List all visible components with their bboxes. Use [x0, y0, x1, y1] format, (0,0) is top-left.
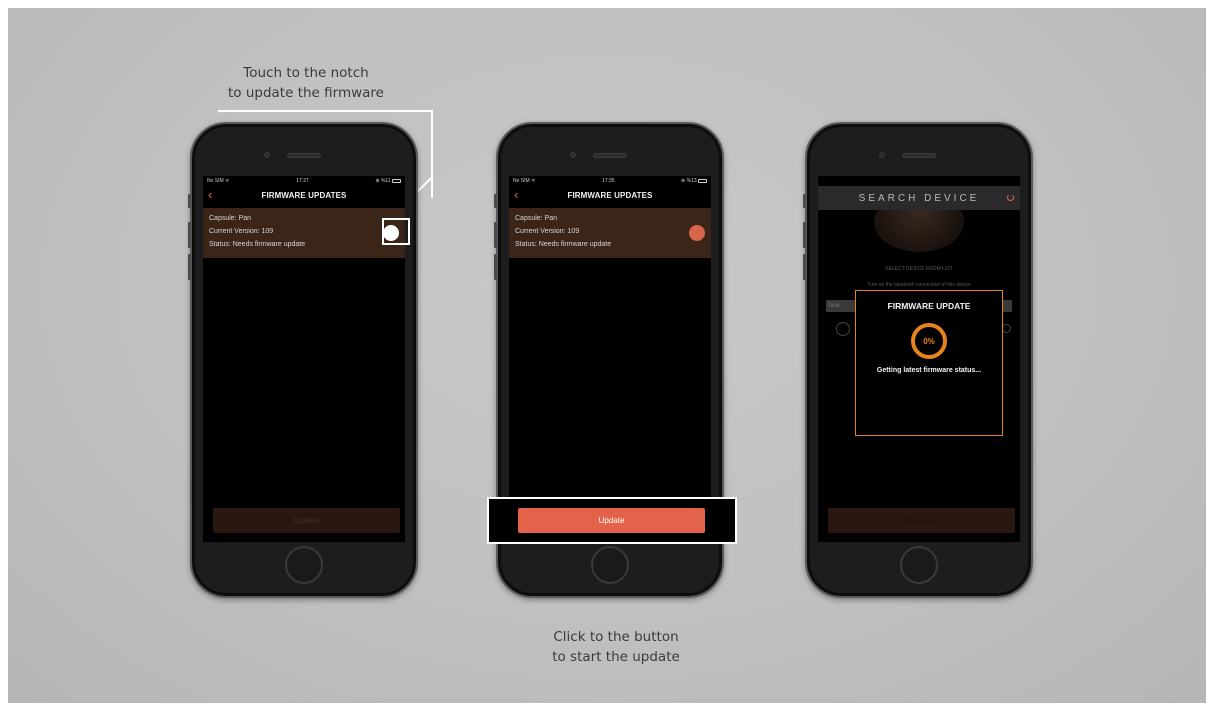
caption-line-2: to update the firmware	[228, 85, 384, 101]
progress-ring: 0%	[911, 323, 947, 359]
page-title: FIRMWARE UPDATES	[261, 190, 347, 200]
caption-line-1: Click to the button	[553, 629, 679, 645]
back-chevron-icon[interactable]: ‹	[514, 188, 518, 201]
battery-icon	[392, 178, 401, 183]
modal-status-text: Getting latest firmware status...	[876, 367, 982, 374]
time-text: 17:35	[602, 178, 615, 184]
caption-click-button: Click to the button to start the update	[516, 627, 716, 667]
phone-2-screen: No SIM ᯤ 17:35 ⊕ %13 ‹ FIRMWARE UPDATES …	[509, 176, 711, 542]
nav-bar: ‹ FIRMWARE UPDATES	[203, 186, 405, 204]
update-button[interactable]: Update	[518, 508, 705, 533]
status-bar: No SIM ᯤ 17:35 ⊕ %13	[509, 176, 711, 186]
device-card[interactable]: Capsule: Pan Current Version: 109 Status…	[509, 208, 711, 258]
device-card[interactable]: Capsule: Pan Current Version: 109 Status…	[203, 208, 405, 258]
phone-3: SEARCH DEVICE SELECT DEVICE FROM LIST Tu…	[803, 122, 1033, 598]
update-notch[interactable]	[689, 225, 705, 241]
notch-highlight-box	[382, 218, 410, 245]
battery-text: ⊕ %11	[375, 178, 391, 184]
phone-3-screen: SEARCH DEVICE SELECT DEVICE FROM LIST Tu…	[818, 176, 1020, 542]
modal-title: FIRMWARE UPDATE	[887, 301, 971, 311]
carrier-text: No SIM ᯤ	[207, 178, 230, 184]
back-chevron-icon[interactable]: ‹	[208, 188, 212, 201]
callout-line-horizontal	[218, 110, 433, 112]
progress-percent: 0%	[923, 336, 935, 346]
caption-line-1: Touch to the notch	[243, 65, 369, 81]
version-label: Current Version: 109	[209, 228, 274, 235]
loading-spinner-icon	[1007, 194, 1014, 201]
battery-icon	[698, 178, 707, 183]
battery-text: ⊕ %13	[681, 178, 697, 184]
search-header: SEARCH DEVICE	[818, 186, 1020, 210]
update-button[interactable]: Update	[213, 508, 400, 533]
caption-line-2: to start the update	[552, 649, 680, 665]
bluetooth-hint-text: Turn on the bluetooth connection of this…	[867, 282, 971, 288]
carrier-text: No SIM ᯤ	[513, 178, 536, 184]
page-title: FIRMWARE UPDATES	[567, 190, 653, 200]
nav-bar: ‹ FIRMWARE UPDATES	[509, 186, 711, 204]
connect-button[interactable]: Connect	[828, 508, 1015, 533]
search-device-title: SEARCH DEVICE	[858, 192, 980, 204]
capsule-label: Capsule: Pan	[209, 215, 252, 222]
home-button[interactable]	[285, 546, 323, 584]
phone-1-screen: No SIM ᯤ 17:27 ⊕ %11 ‹ FIRMWARE UPDATES …	[203, 176, 405, 542]
version-label: Current Version: 109	[515, 228, 580, 235]
caption-touch-notch: Touch to the notch to update the firmwar…	[206, 63, 406, 103]
radio-icon	[1002, 324, 1011, 333]
status-label: Status: Needs firmware update	[209, 241, 306, 248]
capsule-label: Capsule: Pan	[515, 215, 558, 222]
home-button[interactable]	[900, 546, 938, 584]
status-bar: No SIM ᯤ 17:27 ⊕ %11	[203, 176, 405, 186]
time-text: 17:27	[296, 178, 309, 184]
callout-line-vertical	[431, 110, 433, 198]
available-label: Avai	[828, 303, 840, 309]
phone-1: No SIM ᯤ 17:27 ⊕ %11 ‹ FIRMWARE UPDATES …	[188, 122, 418, 598]
select-device-text: SELECT DEVICE FROM LIST	[885, 266, 953, 272]
firmware-update-modal: FIRMWARE UPDATE 0% Getting latest firmwa…	[855, 290, 1003, 436]
home-button[interactable]	[591, 546, 629, 584]
status-label: Status: Needs firmware update	[515, 241, 612, 248]
device-ring-icon	[836, 322, 850, 336]
